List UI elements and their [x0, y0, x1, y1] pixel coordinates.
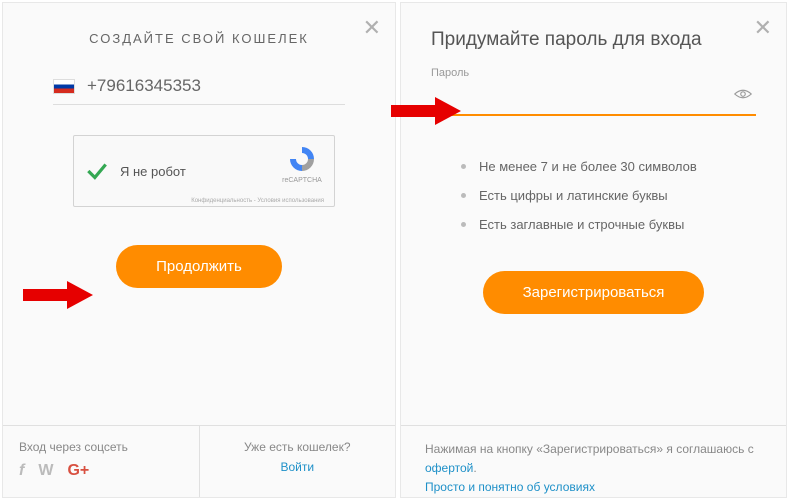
footer-dot: .: [473, 461, 476, 475]
rule-item: Есть цифры и латинские буквы: [461, 181, 762, 210]
register-button[interactable]: Зарегистрироваться: [483, 271, 705, 314]
recaptcha-label: Я не робот: [120, 164, 186, 179]
recaptcha-privacy[interactable]: Конфиденциальность - Условия использован…: [191, 198, 324, 204]
red-arrow-icon: [391, 97, 461, 125]
flag-ru-icon[interactable]: [53, 79, 75, 94]
panel-heading: Придумайте пароль для входа: [401, 3, 786, 61]
phone-number-value: +79616345353: [87, 76, 201, 96]
phone-field[interactable]: +79616345353: [3, 76, 395, 96]
recaptcha-brand: reCAPTCHA: [280, 177, 324, 184]
close-icon[interactable]: ✕: [754, 15, 772, 41]
offer-link[interactable]: офертой: [425, 461, 473, 475]
eye-icon[interactable]: [734, 87, 752, 106]
already-have-label: Уже есть кошелек?: [216, 440, 380, 454]
password-input[interactable]: [431, 83, 756, 116]
close-icon[interactable]: ✕: [363, 15, 381, 41]
recaptcha-widget[interactable]: Я не робот reCAPTCHA Конфиденциальность …: [73, 135, 335, 207]
recaptcha-icon: reCAPTCHA: [280, 144, 324, 184]
password-rules: Не менее 7 и не более 30 символов Есть ц…: [401, 116, 786, 247]
already-have-wallet: Уже есть кошелек? Войти: [199, 426, 396, 497]
terms-link[interactable]: Просто и понятно об условиях: [425, 480, 595, 494]
google-plus-icon[interactable]: G+: [67, 462, 89, 480]
panel-heading: СОЗДАЙТЕ СВОЙ КОШЕЛЕК: [3, 3, 395, 76]
social-heading: Вход через соцсеть: [19, 440, 183, 454]
continue-button[interactable]: Продолжить: [116, 245, 282, 288]
vk-icon[interactable]: W: [38, 462, 53, 480]
check-icon: [84, 158, 110, 184]
facebook-icon[interactable]: f: [19, 462, 24, 480]
left-footer: Вход через соцсеть f W G+ Уже есть кошел…: [3, 425, 395, 497]
create-wallet-panel: ✕ СОЗДАЙТЕ СВОЙ КОШЕЛЕК +79616345353 Я н…: [2, 2, 396, 498]
rule-item: Не менее 7 и не более 30 символов: [461, 152, 762, 181]
social-login-section: Вход через соцсеть f W G+: [3, 426, 199, 497]
set-password-panel: ✕ Придумайте пароль для входа Пароль Не …: [400, 2, 787, 498]
agree-text: Нажимая на кнопку «Зарегистрироваться» я…: [425, 442, 754, 456]
rule-item: Есть заглавные и строчные буквы: [461, 210, 762, 239]
right-footer: Нажимая на кнопку «Зарегистрироваться» я…: [401, 425, 786, 497]
phone-underline: [53, 104, 345, 105]
login-link[interactable]: Войти: [216, 460, 380, 474]
password-label: Пароль: [401, 61, 786, 83]
